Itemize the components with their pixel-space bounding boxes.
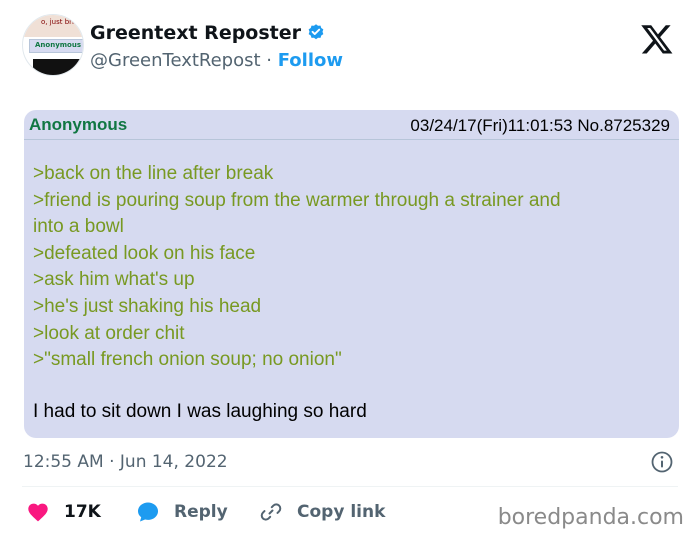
greentext-line: >ask him what's up: [33, 269, 195, 291]
avatar-thumb-name: Anonymous: [35, 41, 82, 49]
greentext-line: >friend is pouring soup from the warmer …: [33, 189, 561, 211]
greentext-line: >"small french onion soup; no onion": [33, 349, 342, 371]
verified-badge-icon: [308, 24, 324, 40]
greentext-line: >defeated look on his face: [33, 242, 256, 264]
reply-label: Reply: [174, 502, 228, 522]
link-icon: [260, 503, 282, 521]
avatar-thumb-strip: o, just bri: [23, 15, 83, 37]
follow-button[interactable]: Follow: [278, 50, 343, 71]
avatar-thumb-dark-block: [33, 59, 83, 75]
greentext-line: into a bowl: [33, 216, 124, 238]
divider: [22, 486, 678, 487]
post-header: Anonymous 03/24/17(Fri)11:01:53 No.87253…: [24, 110, 679, 140]
tweet-timestamp[interactable]: 12:55 AM · Jun 14, 2022: [23, 452, 228, 472]
avatar-thumb-post: Anonymous: [29, 39, 83, 53]
avatar-thumb-top-text: o, just bri: [41, 18, 74, 26]
copy-link-button[interactable]: Copy link: [259, 500, 385, 524]
watermark: boredpanda.com: [497, 505, 684, 530]
author-name-row: Greentext Reposter: [90, 22, 326, 44]
info-icon[interactable]: [650, 450, 674, 474]
reply-bubble-icon: [138, 502, 158, 522]
author-handle[interactable]: @GreenTextRepost: [90, 50, 261, 71]
greentext-line: >back on the line after break: [33, 163, 274, 184]
copy-link-label: Copy link: [297, 502, 386, 522]
post-meta: 03/24/17(Fri)11:01:53 No.8725329: [410, 116, 670, 135]
avatar[interactable]: o, just bri Anonymous: [22, 14, 84, 76]
post-body: >back on the line after break >friend is…: [33, 161, 673, 425]
like-count: 17K: [64, 502, 101, 522]
poster-name: Anonymous: [29, 115, 128, 134]
reply-button[interactable]: Reply: [136, 500, 228, 524]
handle-separator: ·: [260, 50, 278, 71]
like-button[interactable]: 17K: [26, 500, 101, 524]
greentext-line: >he's just shaking his head: [33, 295, 262, 317]
post-plain-text: I had to sit down I was laughing so hard: [33, 400, 367, 422]
greentext-post-image[interactable]: Anonymous 03/24/17(Fri)11:01:53 No.87253…: [24, 110, 679, 438]
heart-icon: [28, 503, 48, 522]
author-display-name[interactable]: Greentext Reposter: [90, 22, 301, 44]
author-handle-row: @GreenTextRepost · Follow: [90, 50, 343, 71]
x-logo-icon[interactable]: [640, 22, 674, 56]
greentext-line: >look at order chit: [33, 322, 185, 344]
